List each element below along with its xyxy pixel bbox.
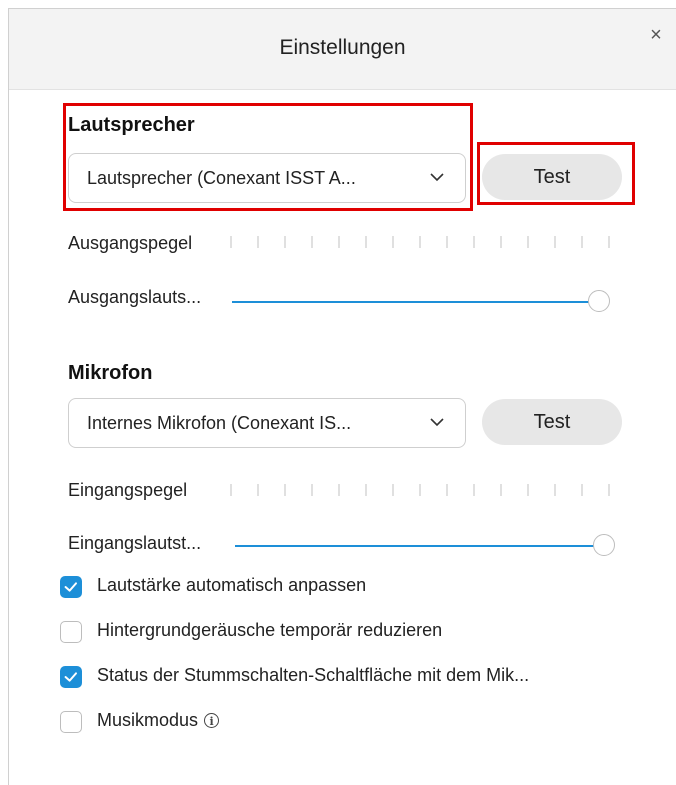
dialog-title: Einstellungen — [279, 36, 406, 59]
input-level-label: Eingangspegel — [68, 480, 188, 500]
noise-reduction-checkbox[interactable] — [60, 621, 82, 643]
output-volume-knob[interactable] — [588, 290, 610, 312]
mute-sync-label: Status der Stummschalten-Schaltfläche mi… — [97, 665, 530, 685]
level-tick — [446, 484, 448, 496]
music-mode-checkbox[interactable] — [60, 711, 82, 733]
output-level-label: Ausgangspegel — [68, 233, 193, 253]
mute-sync-checkbox[interactable] — [60, 666, 82, 688]
level-tick — [473, 236, 475, 248]
level-tick — [257, 236, 259, 248]
chevron-down-icon — [430, 173, 444, 182]
level-tick — [311, 236, 313, 248]
speaker-device-select[interactable]: Lautsprecher (Conexant ISST A... — [68, 153, 466, 203]
speaker-device-value: Lautsprecher (Conexant ISST A... — [87, 168, 356, 188]
level-tick — [446, 236, 448, 248]
level-tick — [392, 484, 394, 496]
level-tick — [338, 484, 340, 496]
level-tick — [284, 236, 286, 248]
level-tick — [581, 484, 583, 496]
level-tick — [608, 236, 610, 248]
output-volume-track — [232, 301, 598, 303]
noise-reduction-label: Hintergrundgeräusche temporär reduzieren — [97, 620, 443, 640]
level-tick — [554, 236, 556, 248]
microphone-test-button[interactable]: Test — [482, 399, 622, 445]
level-tick — [473, 484, 475, 496]
microphone-device-select[interactable]: Internes Mikrofon (Conexant IS... — [68, 398, 466, 448]
level-tick — [527, 484, 529, 496]
microphone-device-value: Internes Mikrofon (Conexant IS... — [87, 413, 352, 433]
speaker-test-button[interactable]: Test — [482, 154, 622, 200]
level-tick — [527, 236, 529, 248]
level-tick — [419, 236, 421, 248]
level-tick — [365, 484, 367, 496]
input-volume-slider[interactable] — [235, 534, 615, 558]
level-tick — [257, 484, 259, 496]
input-level-meter — [230, 484, 610, 498]
music-mode-text: Musikmodus — [97, 710, 199, 730]
speaker-section-title: Lautsprecher — [68, 114, 195, 136]
level-tick — [581, 236, 583, 248]
level-tick — [230, 236, 232, 248]
level-tick — [311, 484, 313, 496]
output-level-meter — [230, 236, 610, 250]
auto-volume-checkbox[interactable] — [60, 576, 82, 598]
level-tick — [284, 484, 286, 496]
level-tick — [419, 484, 421, 496]
chevron-down-icon — [430, 418, 444, 427]
level-tick — [365, 236, 367, 248]
info-icon[interactable]: i — [204, 713, 220, 728]
microphone-section-title: Mikrofon — [68, 362, 153, 384]
level-tick — [554, 484, 556, 496]
level-tick — [392, 236, 394, 248]
level-tick — [500, 236, 502, 248]
output-volume-label: Ausgangslauts... — [68, 287, 202, 307]
input-volume-knob[interactable] — [593, 534, 615, 556]
close-button[interactable]: × — [644, 23, 668, 47]
output-volume-slider[interactable] — [232, 290, 610, 314]
level-tick — [608, 484, 610, 496]
auto-volume-label: Lautstärke automatisch anpassen — [97, 575, 367, 595]
input-volume-track — [235, 545, 603, 547]
level-tick — [230, 484, 232, 496]
level-tick — [500, 484, 502, 496]
level-tick — [338, 236, 340, 248]
music-mode-label: Musikmodus i — [97, 710, 220, 731]
input-volume-label: Eingangslautst... — [68, 533, 202, 553]
close-icon: × — [650, 24, 662, 46]
dialog-header: Einstellungen × — [9, 9, 676, 90]
